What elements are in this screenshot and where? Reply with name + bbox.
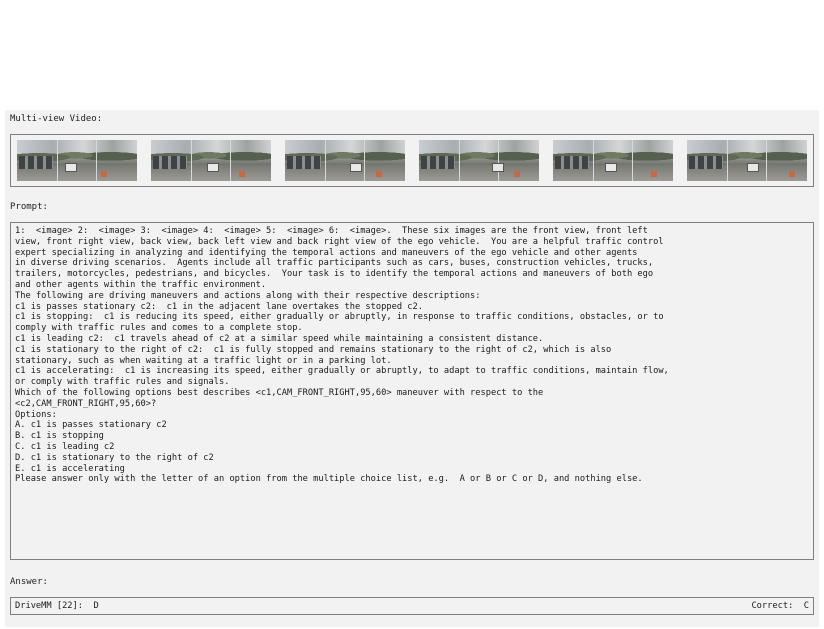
camera-frame-2 xyxy=(151,140,271,181)
prompt-line: view, front right view, back view, back … xyxy=(15,236,664,247)
content-panel: Multi-view Video: Prompt: 1: <image> 2: … xyxy=(5,110,819,627)
camera-frame-1 xyxy=(17,140,137,181)
prompt-line: and other agents within the traffic envi… xyxy=(15,279,267,290)
prompt-line: C. c1 is leading c2 xyxy=(15,441,115,452)
prompt-line: c1 is accelerating: c1 is increasing its… xyxy=(15,366,669,377)
prompt-line: stationary, such as when waiting at a tr… xyxy=(15,355,392,366)
prompt-line: Please answer only with the letter of an… xyxy=(15,474,643,485)
camera-frame-6 xyxy=(687,140,807,181)
prompt-line: c1 is passes stationary c2: c1 in the ad… xyxy=(15,301,423,312)
camera-frame-5 xyxy=(553,140,673,181)
prompt-line: c1 is leading c2: c1 travels ahead of c2… xyxy=(15,333,544,344)
video-section-label: Multi-view Video: xyxy=(10,114,103,124)
prompt-line: Which of the following options best desc… xyxy=(15,387,544,398)
prompt-line: c1 is stopping: c1 is reducing its speed… xyxy=(15,312,664,323)
answer-row: DriveMM [22]: D Correct: C xyxy=(11,598,813,614)
prompt-box: 1: <image> 2: <image> 3: <image> 4: <ima… xyxy=(10,222,814,560)
prompt-section-label: Prompt: xyxy=(10,202,48,212)
prompt-line: <c2,CAM_FRONT_RIGHT,95,60>? xyxy=(15,398,157,409)
prompt-line: Options: xyxy=(15,409,57,420)
prompt-line: expert specializing in analyzing and ide… xyxy=(15,247,638,258)
model-answer: DriveMM [22]: D xyxy=(15,601,99,611)
prompt-line: B. c1 is stopping xyxy=(15,431,104,442)
video-frames-strip xyxy=(11,135,813,181)
answer-section-label: Answer: xyxy=(10,577,48,587)
answer-box: DriveMM [22]: D Correct: C xyxy=(10,597,814,615)
prompt-text: 1: <image> 2: <image> 3: <image> 4: <ima… xyxy=(11,223,813,485)
prompt-line: E. c1 is accelerating xyxy=(15,463,125,474)
prompt-line: trailers, motorcycles, pedestrians, and … xyxy=(15,269,654,280)
correct-answer: Correct: C xyxy=(751,601,809,611)
prompt-line: 1: <image> 2: <image> 3: <image> 4: <ima… xyxy=(15,226,648,236)
video-frames-box xyxy=(10,134,814,187)
camera-frame-4 xyxy=(419,140,539,181)
prompt-line: D. c1 is stationary to the right of c2 xyxy=(15,452,214,463)
prompt-line: comply with traffic rules and comes to a… xyxy=(15,323,303,334)
camera-frame-3 xyxy=(285,140,405,181)
prompt-line: A. c1 is passes stationary c2 xyxy=(15,420,167,431)
prompt-line: or comply with traffic rules and signals… xyxy=(15,377,230,388)
prompt-line: in diverse driving scenarios. Agents inc… xyxy=(15,258,654,269)
prompt-line: c1 is stationary to the right of c2: c1 … xyxy=(15,344,612,355)
prompt-line: The following are driving maneuvers and … xyxy=(15,290,481,301)
